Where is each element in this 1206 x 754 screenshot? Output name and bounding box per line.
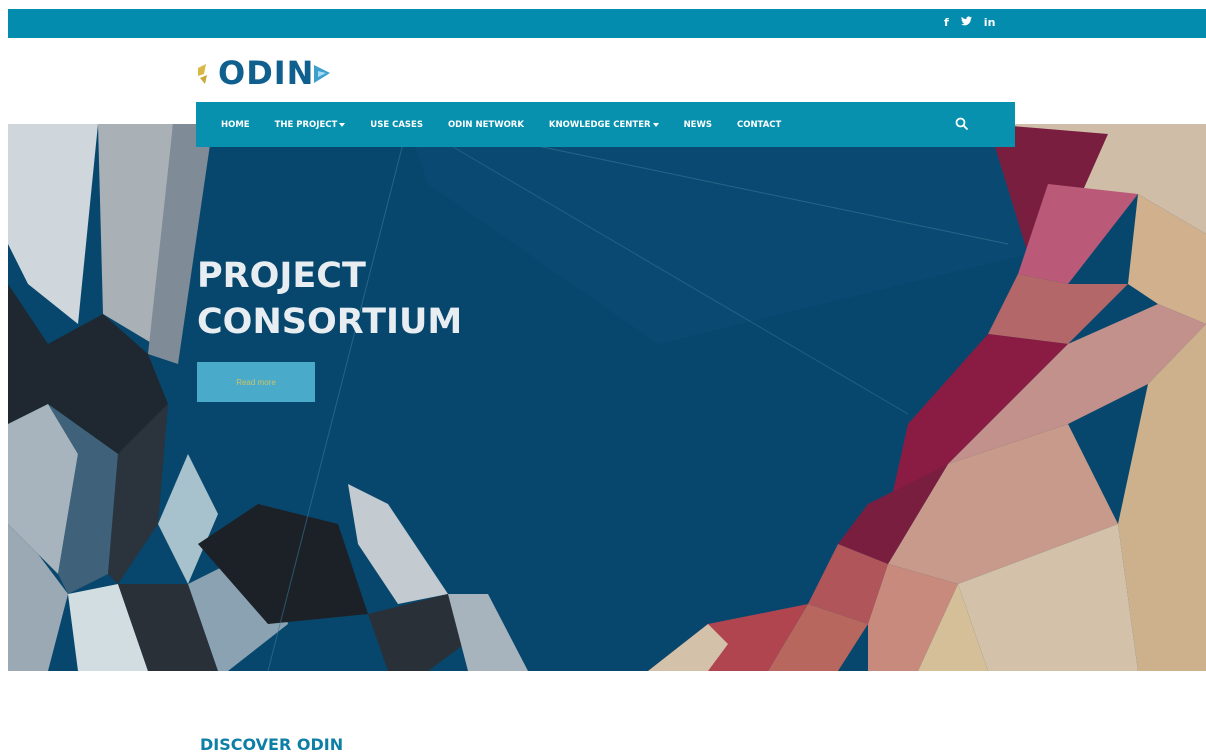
nav-item-odin-network[interactable]: ODIN NETWORK [448, 120, 524, 130]
hero-title: PROJECT CONSORTIUM [197, 253, 462, 345]
linkedin-icon[interactable]: in [984, 16, 996, 29]
nav-label: NEWS [683, 119, 712, 130]
section-heading: DISCOVER ODIN [200, 735, 344, 754]
nav-label: ODIN NETWORK [447, 119, 524, 130]
hero-banner [8, 124, 1206, 671]
read-more-button[interactable]: Read more [197, 362, 315, 402]
chevron-down-icon [339, 122, 346, 127]
nav-label: HOME [221, 119, 250, 130]
main-navigation: HOME THE PROJECT USE CASES ODIN NETWORK … [196, 102, 1015, 147]
nav-item-the-project[interactable]: THE PROJECT [275, 120, 346, 130]
nav-item-home[interactable]: HOME [221, 120, 250, 130]
twitter-icon[interactable] [960, 16, 972, 29]
social-links: f in [944, 16, 995, 29]
nav-item-use-cases[interactable]: USE CASES [370, 120, 423, 130]
nav-label: CONTACT [736, 119, 782, 130]
hero-polygon-art [8, 124, 1206, 671]
top-bar [8, 9, 1206, 38]
nav-item-news[interactable]: NEWS [684, 120, 712, 130]
hero-title-line2: CONSORTIUM [197, 302, 463, 342]
nav-label: USE CASES [370, 119, 423, 130]
nav-item-knowledge-center[interactable]: KNOWLEDGE CENTER [549, 120, 659, 130]
facebook-icon[interactable]: f [944, 16, 949, 29]
nav-item-contact[interactable]: CONTACT [737, 120, 781, 130]
site-logo[interactable]: ODIN [198, 55, 332, 91]
logo-tree-icon [314, 65, 331, 83]
chevron-down-icon [652, 122, 659, 127]
logo-text: ODIN [218, 54, 315, 92]
search-icon[interactable] [955, 117, 969, 131]
nav-label: KNOWLEDGE CENTER [548, 119, 651, 130]
logo-mark-icon [198, 64, 207, 84]
hero-title-line1: PROJECT [197, 256, 366, 296]
nav-label: THE PROJECT [274, 119, 338, 130]
